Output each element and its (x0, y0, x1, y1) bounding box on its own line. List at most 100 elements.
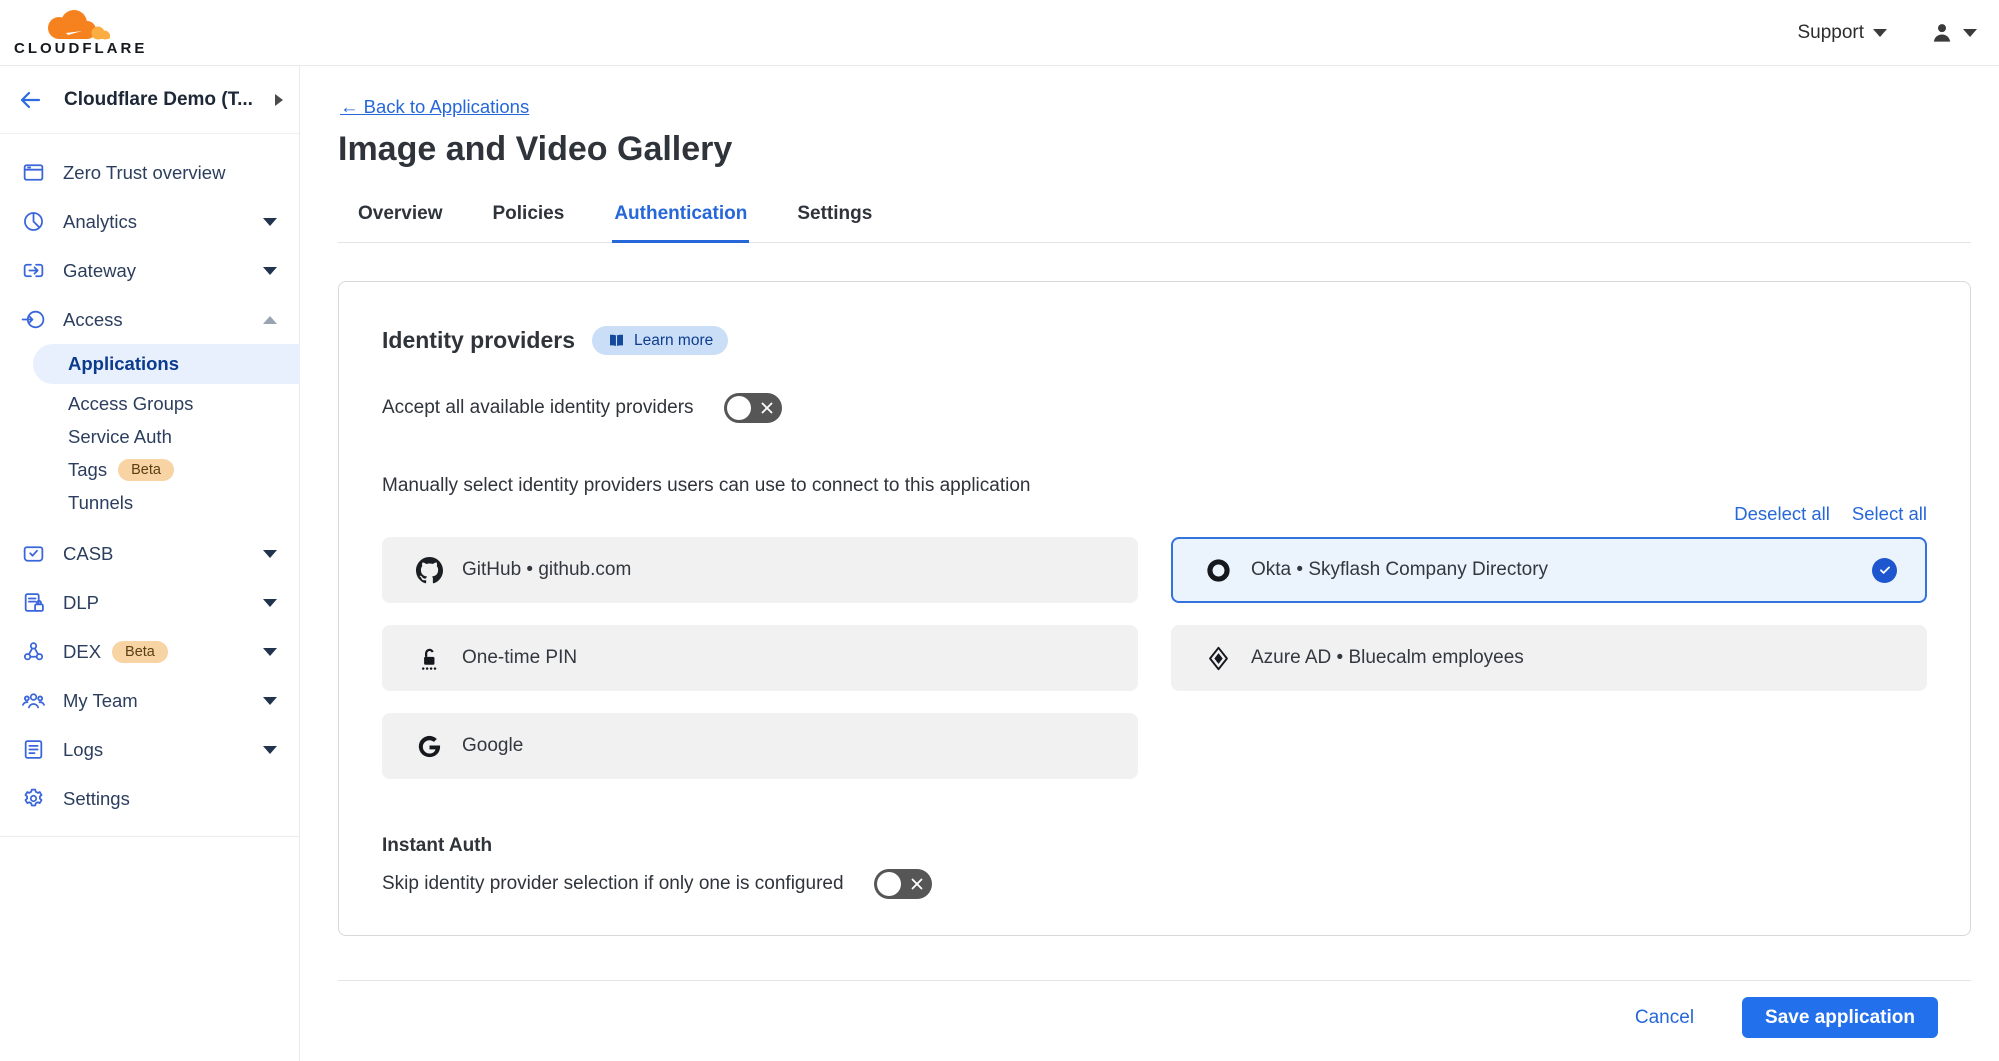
sidebar-item-label: Logs (63, 739, 103, 761)
provider-name: GitHub • github.com (462, 559, 631, 581)
provider-okta[interactable]: Okta • Skyflash Company Directory (1171, 537, 1927, 603)
sidebar-item-label: Settings (63, 788, 130, 810)
sidebar-item-label: DLP (63, 592, 99, 614)
tab-settings[interactable]: Settings (795, 197, 874, 243)
manual-select-text: Manually select identity providers users… (382, 475, 1927, 497)
sidebar-item-my-team[interactable]: My Team (0, 676, 299, 725)
toggle-knob (877, 872, 901, 896)
beta-badge: Beta (118, 459, 174, 481)
sidebar-item-label: My Team (63, 690, 138, 712)
account-switcher[interactable]: Cloudflare Demo (T... (0, 66, 299, 134)
sidebar-item-label: Access (63, 309, 123, 331)
tab-policies[interactable]: Policies (491, 197, 567, 243)
cloudflare-logo: CLOUDFLARE (14, 9, 147, 57)
document-lines-icon (20, 737, 46, 763)
people-icon (20, 688, 46, 714)
main-content: ← Back to Applications Image and Video G… (300, 66, 1999, 1061)
sidebar-item-gateway[interactable]: Gateway (0, 246, 299, 295)
chevron-down-icon (1873, 29, 1887, 37)
back-arrow-icon[interactable] (18, 88, 42, 112)
footer-actions: Cancel Save application (300, 997, 1938, 1038)
back-to-applications-link[interactable]: ← Back to Applications (340, 96, 529, 118)
sidebar-item-tags[interactable]: Tags Beta (0, 453, 299, 486)
tab-bar: Overview Policies Authentication Setting… (338, 197, 1971, 243)
select-all-link[interactable]: Select all (1852, 503, 1927, 525)
cancel-button[interactable]: Cancel (1635, 1007, 1694, 1029)
footer-divider (338, 980, 1971, 981)
sidebar-item-casb[interactable]: CASB (0, 529, 299, 578)
page-title: Image and Video Gallery (338, 130, 1999, 169)
provider-one-time-pin[interactable]: One-time PIN (382, 625, 1138, 691)
toggle-knob (727, 396, 751, 420)
tab-overview[interactable]: Overview (356, 197, 445, 243)
user-menu[interactable] (1929, 20, 1977, 46)
access-submenu: Applications Access Groups Service Auth … (0, 344, 299, 519)
provider-google[interactable]: Google (382, 713, 1138, 779)
learn-more-label: Learn more (634, 332, 713, 350)
network-nodes-icon (20, 639, 46, 665)
sidebar-item-label: Service Auth (68, 426, 172, 448)
chevron-down-icon (263, 746, 277, 754)
sidebar-item-applications[interactable]: Applications (33, 344, 300, 384)
sidebar-item-dex[interactable]: DEX Beta (0, 627, 299, 676)
book-icon (607, 331, 626, 350)
accept-all-label: Accept all available identity providers (382, 397, 694, 419)
deselect-all-link[interactable]: Deselect all (1734, 503, 1830, 525)
provider-azure-ad[interactable]: Azure AD • Bluecalm employees (1171, 625, 1927, 691)
top-bar: CLOUDFLARE Support (0, 0, 1999, 66)
access-icon (20, 307, 46, 333)
selected-check-icon (1872, 558, 1897, 583)
tab-authentication[interactable]: Authentication (612, 197, 749, 243)
provider-github[interactable]: GitHub • github.com (382, 537, 1138, 603)
sidebar-item-service-auth[interactable]: Service Auth (0, 420, 299, 453)
chevron-down-icon (263, 599, 277, 607)
instant-auth-label: Skip identity provider selection if only… (382, 873, 844, 895)
provider-grid: GitHub • github.com Okta • Skyflash Comp… (382, 537, 1927, 779)
chevron-down-icon (263, 550, 277, 558)
user-icon (1929, 20, 1955, 46)
provider-name: Google (462, 735, 523, 757)
provider-name: One-time PIN (462, 647, 577, 669)
sidebar-item-settings[interactable]: Settings (0, 774, 299, 823)
support-menu[interactable]: Support (1797, 22, 1887, 44)
cloudflare-wordmark: CLOUDFLARE (14, 40, 147, 57)
identity-providers-card: Identity providers Learn more Accept all… (338, 281, 1971, 936)
sidebar-item-logs[interactable]: Logs (0, 725, 299, 774)
one-time-pin-icon (415, 644, 443, 672)
learn-more-badge[interactable]: Learn more (592, 326, 728, 355)
pie-chart-icon (20, 209, 46, 235)
chevron-right-icon (275, 94, 283, 106)
sidebar-item-label: CASB (63, 543, 113, 565)
sidebar-item-label: Tunnels (68, 492, 133, 514)
provider-name: Okta • Skyflash Company Directory (1251, 559, 1548, 581)
sidebar-item-zero-trust-overview[interactable]: Zero Trust overview (0, 148, 299, 197)
save-application-button[interactable]: Save application (1742, 997, 1938, 1038)
toggle-x-icon (760, 401, 774, 415)
sidebar-item-analytics[interactable]: Analytics (0, 197, 299, 246)
chevron-down-icon (1963, 29, 1977, 37)
sidebar-item-label: Access Groups (68, 393, 193, 415)
sidebar-divider (0, 836, 299, 837)
instant-auth-toggle[interactable] (874, 869, 932, 899)
chevron-down-icon (263, 648, 277, 656)
sidebar-item-access-groups[interactable]: Access Groups (0, 387, 299, 420)
okta-icon (1204, 556, 1232, 584)
sidebar-item-label: Zero Trust overview (63, 162, 225, 184)
sidebar-item-label: Gateway (63, 260, 136, 282)
sidebar: Cloudflare Demo (T... Zero Trust overvie… (0, 66, 300, 1061)
cloudflare-cloud-icon (26, 9, 136, 43)
sidebar-item-tunnels[interactable]: Tunnels (0, 486, 299, 519)
gear-icon (20, 786, 46, 812)
accept-all-toggle[interactable] (724, 393, 782, 423)
sidebar-item-label: Tags (68, 459, 107, 481)
window-icon (20, 160, 46, 186)
gateway-icon (20, 258, 46, 284)
casb-box-check-icon (20, 541, 46, 567)
sidebar-item-dlp[interactable]: DLP (0, 578, 299, 627)
sidebar-item-access[interactable]: Access (0, 295, 299, 344)
identity-providers-heading: Identity providers (382, 327, 575, 354)
support-label: Support (1797, 22, 1864, 44)
chevron-down-icon (263, 218, 277, 226)
google-icon (415, 732, 443, 760)
instant-auth-heading: Instant Auth (382, 835, 1927, 857)
